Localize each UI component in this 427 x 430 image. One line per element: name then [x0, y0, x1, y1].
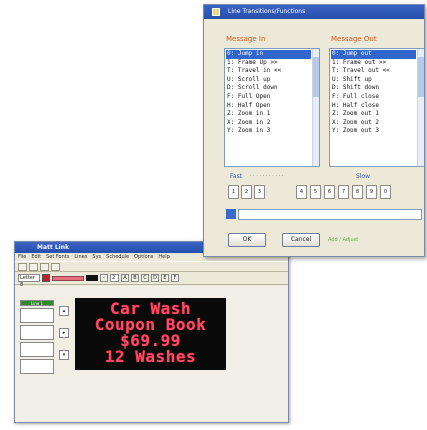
message-out-list[interactable]: 0: Jump out 1: Frame out >> T: Travel ou…: [329, 48, 424, 167]
dialog-title: Line Transitions/Functions: [228, 8, 306, 15]
menu-schedule[interactable]: Schedule: [106, 253, 129, 261]
line-text-field[interactable]: [238, 209, 422, 220]
font-select[interactable]: Letter 8: [18, 274, 40, 288]
line-slots: Line 1: [20, 300, 54, 376]
message-in-label: Message In: [226, 35, 266, 43]
speed-button-5[interactable]: 5: [310, 185, 321, 199]
speed-button-9[interactable]: 9: [366, 185, 377, 199]
open-folder-icon[interactable]: [29, 263, 38, 271]
dialog-title-bar[interactable]: Line Transitions/Functions: [204, 5, 424, 19]
editor-toolbar-main: [15, 261, 288, 272]
menu-sys[interactable]: Sys: [92, 253, 101, 261]
line-slot[interactable]: [20, 342, 54, 357]
list-item[interactable]: T: Travel out <<: [331, 67, 416, 76]
line-slot[interactable]: [20, 359, 54, 374]
led-line-4: 12 Washes: [104, 347, 197, 366]
scroll-thumb[interactable]: [418, 57, 424, 97]
message-in-scrollbar[interactable]: [312, 49, 319, 166]
line-slot-active[interactable]: Line 1: [20, 300, 54, 306]
list-item[interactable]: U: Shift up: [331, 76, 416, 85]
list-item[interactable]: 1: Frame out >>: [331, 59, 416, 68]
speed-slow-label: Slow: [356, 173, 371, 180]
speed-button-3[interactable]: 3: [254, 185, 265, 199]
list-item[interactable]: X: Zoom out 2: [331, 119, 416, 128]
editor-title: Matt Link: [37, 244, 69, 251]
arrow-left-icon[interactable]: ‹: [100, 274, 108, 282]
speed-button-0[interactable]: 0: [380, 185, 391, 199]
list-item[interactable]: F: Full close: [331, 93, 416, 102]
list-item[interactable]: H: Half close: [331, 102, 416, 111]
menu-help[interactable]: Help: [158, 253, 169, 261]
line-transitions-dialog: Line Transitions/Functions Message In Me…: [203, 4, 425, 257]
color-bar[interactable]: [52, 275, 84, 281]
speed-button-2[interactable]: 2: [241, 185, 252, 199]
list-item[interactable]: Z: Zoom in 1: [226, 110, 311, 119]
format-button-f[interactable]: F: [171, 274, 179, 282]
background-color-swatch[interactable]: [86, 275, 98, 281]
menu-set-fonts[interactable]: Set Fonts: [46, 253, 69, 261]
speed-button-6[interactable]: 6: [324, 185, 335, 199]
list-item[interactable]: 1: Frame Up >>: [226, 59, 311, 68]
format-button-c[interactable]: C: [141, 274, 149, 282]
speed-fast-label: Fast: [230, 173, 243, 180]
format-button-b[interactable]: B: [131, 274, 139, 282]
message-out-scrollbar[interactable]: [417, 49, 424, 166]
scroll-thumb[interactable]: [313, 57, 319, 97]
speed-button-1[interactable]: 1: [228, 185, 239, 199]
line-down-button[interactable]: ▾: [59, 350, 69, 360]
message-out-label: Message Out: [331, 35, 377, 43]
line-slot[interactable]: [20, 308, 54, 323]
line-nav-buttons: ▴ ▸ ▾: [59, 306, 71, 372]
message-in-list[interactable]: 0: Jump in 1: Frame Up >> T: Travel in <…: [224, 48, 320, 167]
menu-file[interactable]: File: [18, 253, 26, 261]
speed-button-4[interactable]: 4: [296, 185, 307, 199]
text-color-swatch[interactable]: [42, 274, 50, 282]
cancel-button[interactable]: Cancel: [282, 233, 320, 247]
editor-toolbar-format: Letter 8 ‹ 2 A B C D E F: [15, 272, 288, 288]
line-up-button[interactable]: ▴: [59, 306, 69, 316]
list-item[interactable]: 0: Jump out: [331, 50, 416, 59]
menu-lines[interactable]: Lines: [74, 253, 87, 261]
save-icon[interactable]: [40, 263, 49, 271]
list-item[interactable]: H: Half Open: [226, 102, 311, 111]
list-item[interactable]: D: Scroll down: [226, 84, 311, 93]
list-item[interactable]: X: Zoom in 2: [226, 119, 311, 128]
speed-button-8[interactable]: 8: [352, 185, 363, 199]
speed-button-7[interactable]: 7: [338, 185, 349, 199]
list-item[interactable]: Y: Zoom in 3: [226, 127, 311, 136]
editor-workspace: Line 1 ▴ ▸ ▾ Car Wash Coupon Book $69.99…: [15, 286, 288, 422]
list-item[interactable]: Z: Zoom out 1: [331, 110, 416, 119]
list-item[interactable]: F: Full Open: [226, 93, 311, 102]
format-button-e[interactable]: E: [161, 274, 169, 282]
format-button-d[interactable]: D: [151, 274, 159, 282]
line-slot[interactable]: [20, 325, 54, 340]
format-button-a[interactable]: A: [121, 274, 129, 282]
new-file-icon[interactable]: [18, 263, 27, 271]
list-item[interactable]: 0: Jump in: [226, 50, 311, 59]
send-icon[interactable]: [51, 263, 60, 271]
add-adjust-link[interactable]: Add / Adjust: [328, 237, 358, 243]
list-item[interactable]: T: Travel in <<: [226, 67, 311, 76]
menu-options[interactable]: Options: [134, 253, 153, 261]
list-item[interactable]: Y: Zoom out 3: [331, 127, 416, 136]
speed-scale-dots: · · · · · · · · · · ·: [250, 173, 284, 179]
ok-button[interactable]: OK: [228, 233, 266, 247]
menu-edit[interactable]: Edit: [31, 253, 41, 261]
list-item[interactable]: U: Scroll up: [226, 76, 311, 85]
list-item[interactable]: D: Shift down: [331, 84, 416, 93]
line-select-button[interactable]: ▸: [59, 328, 69, 338]
line-field-icon: [226, 209, 236, 219]
size-field[interactable]: 2: [110, 274, 119, 282]
sign-editor-window: Matt Link File Edit Set Fonts Lines Sys …: [14, 241, 289, 423]
app-icon: [212, 8, 220, 16]
led-sign-preview: Car Wash Coupon Book $69.99 12 Washes: [75, 298, 226, 370]
